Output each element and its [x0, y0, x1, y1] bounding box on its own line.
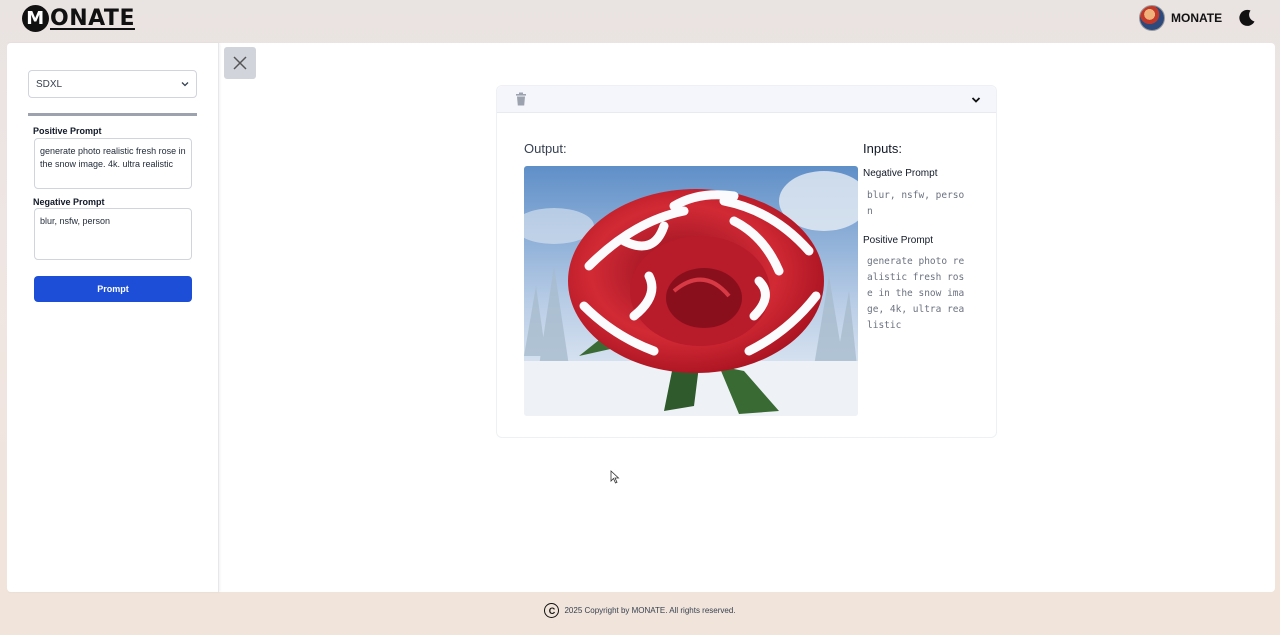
logo-mark: M	[22, 5, 49, 32]
result-card-header	[497, 86, 996, 113]
user-menu[interactable]: MONATE	[1139, 5, 1222, 31]
inputs-positive-title: Positive Prompt	[863, 235, 934, 246]
sidebar: SDXL Positive Prompt generate photo real…	[7, 43, 219, 592]
inputs-label: Inputs:	[863, 141, 903, 156]
avatar[interactable]	[1139, 5, 1165, 31]
logo[interactable]: M ONATE	[22, 5, 135, 32]
divider	[28, 113, 197, 116]
chevron-down-icon	[181, 82, 189, 87]
cursor-icon	[610, 470, 620, 484]
inputs-positive-value: generate photo realistic fresh rose in t…	[867, 256, 965, 331]
main-panel: SDXL Positive Prompt generate photo real…	[7, 43, 1275, 592]
inputs-negative-title: Negative Prompt	[863, 168, 938, 179]
footer-text: 2025 Copyright by MONATE. All rights res…	[564, 606, 736, 615]
positive-prompt-label: Positive Prompt	[33, 126, 102, 136]
top-bar: M ONATE MONATE	[0, 0, 1280, 38]
logo-text: ONATE	[50, 6, 135, 31]
footer: C 2025 Copyright by MONATE. All rights r…	[0, 603, 1280, 618]
output-label: Output:	[524, 141, 567, 156]
model-select[interactable]: SDXL	[28, 70, 197, 98]
prompt-button[interactable]: Prompt	[34, 276, 192, 302]
close-icon	[233, 56, 247, 70]
output-image[interactable]	[524, 166, 858, 416]
trash-icon[interactable]	[514, 92, 528, 106]
result-card: Output: Inputs: Negative Prompt blur, ns…	[496, 85, 997, 438]
copyright-icon: C	[544, 603, 560, 618]
inputs-negative-value: blur, nsfw, person	[867, 190, 965, 217]
negative-prompt-label: Negative Prompt	[33, 197, 105, 207]
moon-icon[interactable]	[1237, 8, 1257, 28]
model-select-value: SDXL	[36, 79, 63, 90]
close-button[interactable]	[224, 47, 256, 79]
user-name[interactable]: MONATE	[1171, 11, 1222, 25]
negative-prompt-input[interactable]: blur, nsfw, person	[34, 208, 192, 260]
positive-prompt-input[interactable]: generate photo realistic fresh rose in t…	[34, 138, 192, 189]
chevron-down-icon[interactable]	[971, 95, 981, 105]
